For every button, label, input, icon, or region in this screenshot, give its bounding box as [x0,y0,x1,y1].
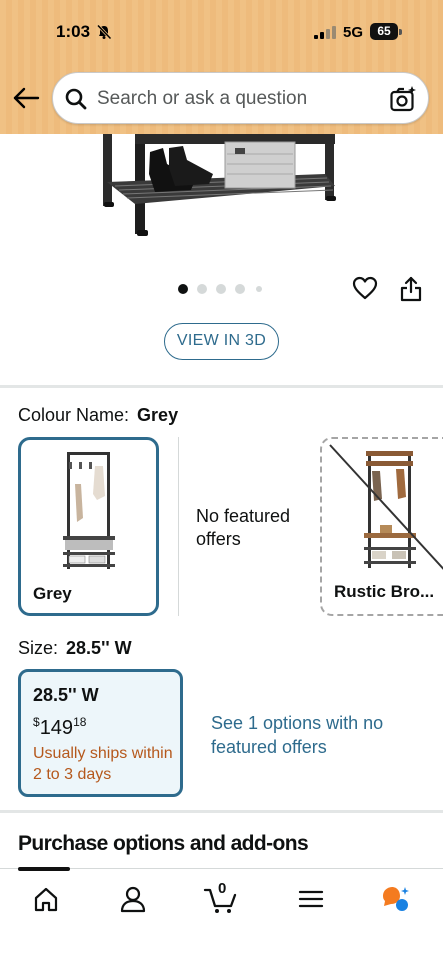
cart-count: 0 [218,880,227,897]
price-whole: 149 [39,717,74,739]
product-image[interactable] [95,134,345,240]
menu-icon[interactable] [296,884,326,914]
colour-option-grey[interactable]: Grey [18,437,159,616]
colour-selected-value: Grey [137,405,179,425]
bell-muted-icon [96,24,112,40]
carousel-dot[interactable] [235,284,245,294]
swatch-thumbnail [63,452,115,569]
size-option-title: 28.5'' W [33,685,99,705]
price: $14918 [33,715,86,740]
colour-option-rustic-brown[interactable]: Rustic Bro... [320,437,443,616]
account-icon[interactable] [118,884,148,914]
size-label-row: Size: 28.5'' W [18,638,132,659]
see-options-link[interactable]: See 1 options with no featured offers [211,711,391,759]
header: 1:03 5G 65 [0,0,443,134]
section-divider [0,385,443,388]
image-carousel-dots[interactable] [178,284,268,296]
no-featured-offers-text: No featured offers [196,506,291,549]
rufus-assistant-icon[interactable] [380,884,410,914]
status-time: 1:03 [56,22,91,41]
search-icon [65,88,87,110]
bottom-nav: 0 [0,867,443,960]
battery-level: 65 [370,23,398,40]
swatch-separator [178,437,179,616]
cart-button[interactable]: 0 [203,880,239,914]
carousel-dot[interactable] [216,284,226,294]
active-tab-indicator [18,867,70,871]
carousel-dot[interactable] [256,286,262,292]
battery-icon: 65 [370,23,402,40]
colour-option-label: Grey [33,584,72,603]
battery-tip [399,29,402,35]
home-icon[interactable] [31,884,61,914]
colour-label-row: Colour Name: Grey [18,405,178,426]
view-in-3d-button[interactable]: VIEW IN 3D [164,323,279,360]
purchase-options-heading: Purchase options and add-ons [18,832,309,855]
size-option-card[interactable]: 28.5'' W $14918 Usually ships within 2 t… [18,669,183,797]
colour-option-label: Rustic Bro... [334,582,435,601]
section-divider [0,810,443,813]
signal-icon [314,26,336,39]
carousel-dot[interactable] [197,284,207,294]
shipping-estimate: Usually ships within 2 to 3 days [33,745,173,783]
colour-label: Colour Name: [18,405,130,425]
search-input[interactable] [97,85,377,113]
size-label: Size: [18,638,59,658]
heart-icon[interactable] [352,276,378,300]
price-symbol: $ [33,715,40,729]
back-arrow-icon[interactable] [12,86,40,110]
search-bar[interactable] [52,72,429,124]
size-selected-value: 28.5'' W [66,638,132,658]
price-fraction: 18 [73,715,87,729]
carousel-dot-active[interactable] [178,284,188,294]
camera-search-icon[interactable] [389,85,417,113]
network-label: 5G [343,24,364,41]
share-icon[interactable] [400,276,422,302]
